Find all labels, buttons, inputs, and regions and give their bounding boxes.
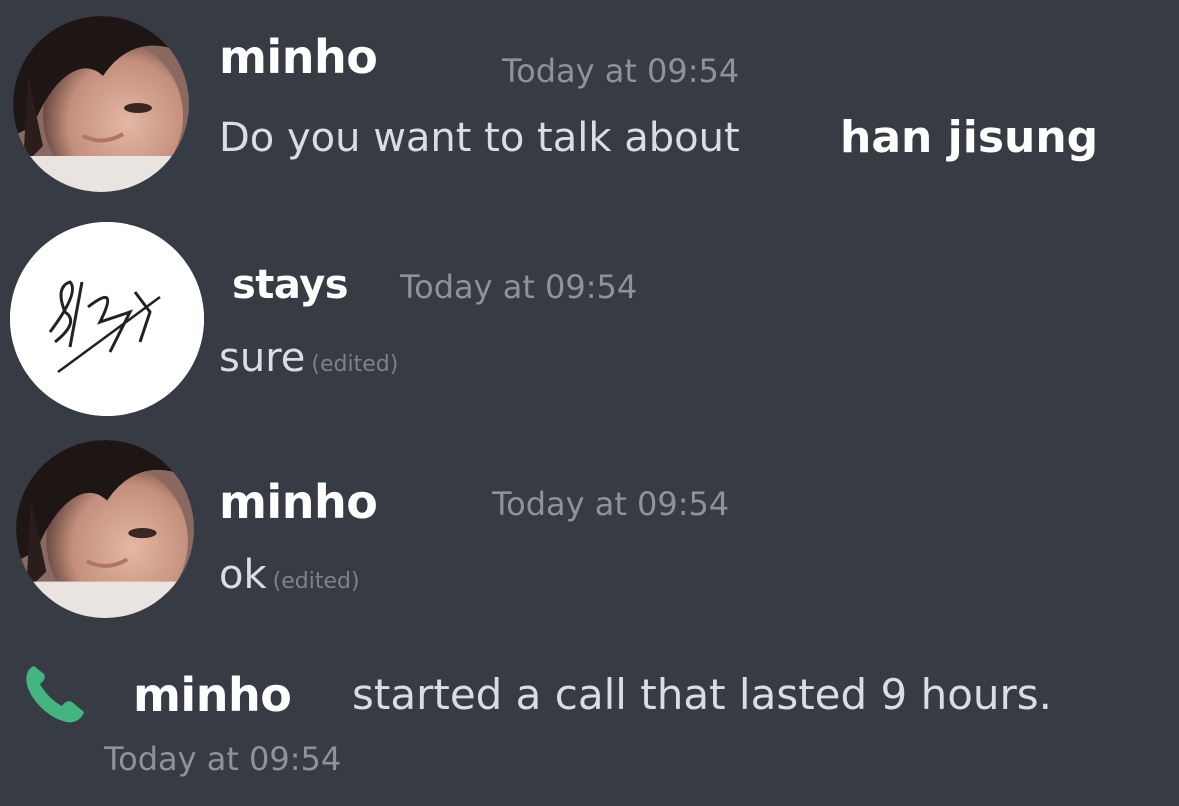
message-text: Do you want to talk about [219,115,740,161]
avatar-photo-icon [16,440,194,618]
chat-log: minho Today at 09:54 Do you want to talk… [0,0,1179,806]
avatar-photo-icon [13,16,189,192]
edited-label: (edited) [311,352,399,377]
avatar-stays[interactable] [10,222,204,416]
stay-logo-icon [10,222,204,416]
message-body: ok [219,552,267,598]
message-username[interactable]: stays [232,262,349,308]
phone-icon [20,662,90,724]
message-timestamp: Today at 09:54 [492,485,730,523]
call-username[interactable]: minho [133,668,292,722]
message-body: sure [219,335,306,381]
mention-text[interactable]: han jisung [840,112,1098,163]
message-text: ok (edited) [219,552,360,598]
avatar-minho[interactable] [16,440,194,618]
call-timestamp: Today at 09:54 [104,740,342,778]
message-timestamp: Today at 09:54 [502,52,740,90]
message-text: sure (edited) [219,335,398,381]
call-text: started a call that lasted 9 hours. [352,670,1053,719]
message-username[interactable]: minho [219,30,378,84]
message-username[interactable]: minho [219,475,378,529]
message-timestamp: Today at 09:54 [400,268,638,306]
edited-label: (edited) [272,569,360,594]
avatar-minho[interactable] [13,16,189,192]
